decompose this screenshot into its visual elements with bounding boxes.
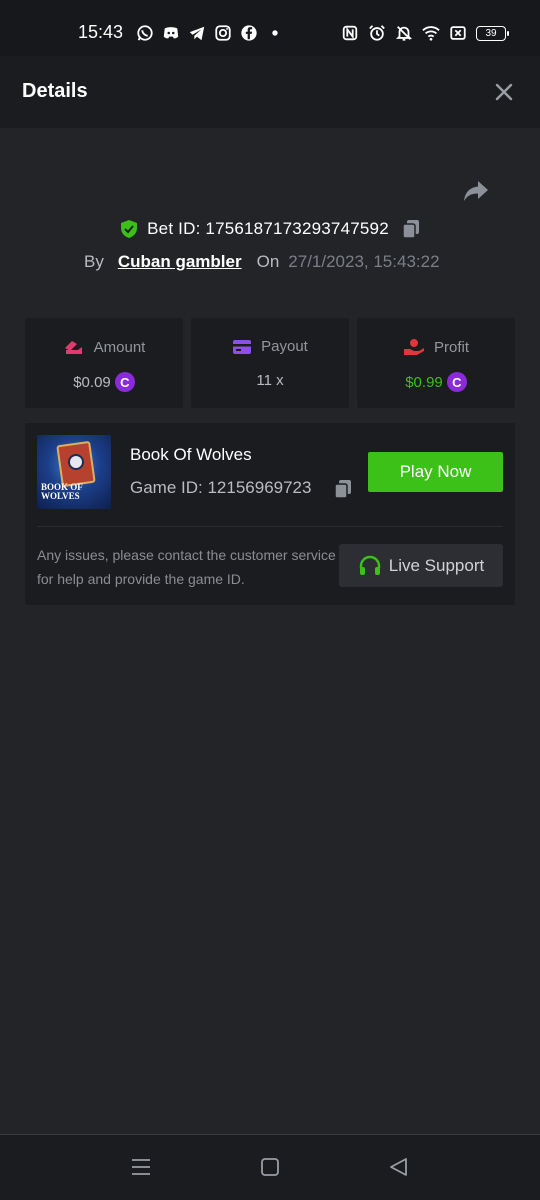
game-id: Game ID: 12156969723 bbox=[130, 478, 312, 497]
status-time: 15:43 bbox=[78, 22, 124, 42]
bet-date: 27/1/2023, 15:43:22 bbox=[288, 252, 440, 271]
facebook-icon bbox=[241, 25, 257, 41]
instagram-icon bbox=[215, 25, 231, 41]
copy-icon[interactable] bbox=[333, 478, 353, 500]
coin-icon: C bbox=[114, 372, 135, 392]
payout-value: 11 x bbox=[256, 372, 284, 389]
card-icon bbox=[233, 339, 252, 354]
amount-icon bbox=[64, 341, 82, 354]
details-header: Details bbox=[0, 56, 540, 128]
discord-icon bbox=[163, 27, 179, 39]
support-message: Any issues, please contact the customer … bbox=[37, 547, 336, 587]
back-icon[interactable] bbox=[389, 1157, 409, 1177]
mute-icon bbox=[395, 26, 413, 41]
game-card: BOOK OF WOLVES Book Of Wolves Game ID: 1… bbox=[25, 423, 515, 605]
thumbnail-title: BOOK OF WOLVES bbox=[41, 482, 83, 501]
status-bar: 15:43 39 bbox=[0, 0, 540, 56]
profit-label: Profit bbox=[433, 338, 469, 356]
battery-level: 39 bbox=[485, 27, 497, 39]
game-thumbnail[interactable]: BOOK OF WOLVES bbox=[37, 435, 111, 509]
system-icons: 39 bbox=[341, 24, 509, 42]
profit-card: Profit $0.99 C bbox=[357, 318, 515, 408]
amount-value: $0.09 bbox=[73, 373, 111, 391]
by-label: By bbox=[84, 252, 104, 271]
shield-check-icon bbox=[121, 220, 138, 238]
page-title: Details bbox=[22, 80, 88, 102]
play-now-button[interactable]: Play Now bbox=[368, 452, 503, 492]
bet-id-row: Bet ID: 1756187173293747592 bbox=[0, 215, 540, 243]
bet-id: Bet ID: 1756187173293747592 bbox=[147, 219, 389, 238]
share-icon[interactable] bbox=[462, 178, 490, 204]
close-box-icon bbox=[450, 26, 466, 40]
telegram-icon bbox=[189, 26, 205, 41]
amount-card: Amount $0.09 C bbox=[25, 318, 183, 408]
eye-image bbox=[68, 454, 84, 470]
on-label: On bbox=[256, 252, 280, 271]
profit-icon bbox=[403, 339, 424, 355]
headset-icon bbox=[359, 555, 380, 575]
bet-byline: By Cuban gambler On 27/1/2023, 15:43:22 bbox=[84, 250, 440, 274]
live-support-label: Live Support bbox=[388, 555, 485, 575]
profit-value: $0.99 bbox=[405, 373, 443, 391]
copy-icon[interactable] bbox=[401, 218, 421, 240]
nfc-icon bbox=[342, 25, 358, 41]
payout-card: Payout 11 x bbox=[191, 318, 349, 408]
menu-icon[interactable] bbox=[131, 1157, 151, 1177]
whatsapp-icon bbox=[137, 25, 153, 41]
close-icon[interactable] bbox=[494, 82, 514, 102]
system-nav-bar bbox=[0, 1134, 540, 1200]
divider bbox=[37, 526, 503, 527]
live-support-button[interactable]: Live Support bbox=[339, 544, 503, 587]
battery-icon: 39 bbox=[476, 25, 509, 41]
notification-icons bbox=[136, 24, 284, 42]
coin-icon: C bbox=[446, 372, 467, 392]
alarm-icon bbox=[369, 25, 385, 41]
home-icon[interactable] bbox=[260, 1157, 280, 1177]
wifi-icon bbox=[422, 26, 440, 41]
user-link[interactable]: Cuban gambler bbox=[118, 252, 242, 272]
dot-icon bbox=[272, 30, 278, 36]
amount-label: Amount bbox=[93, 338, 146, 356]
game-name: Book Of Wolves bbox=[130, 445, 252, 464]
payout-label: Payout bbox=[261, 338, 308, 355]
